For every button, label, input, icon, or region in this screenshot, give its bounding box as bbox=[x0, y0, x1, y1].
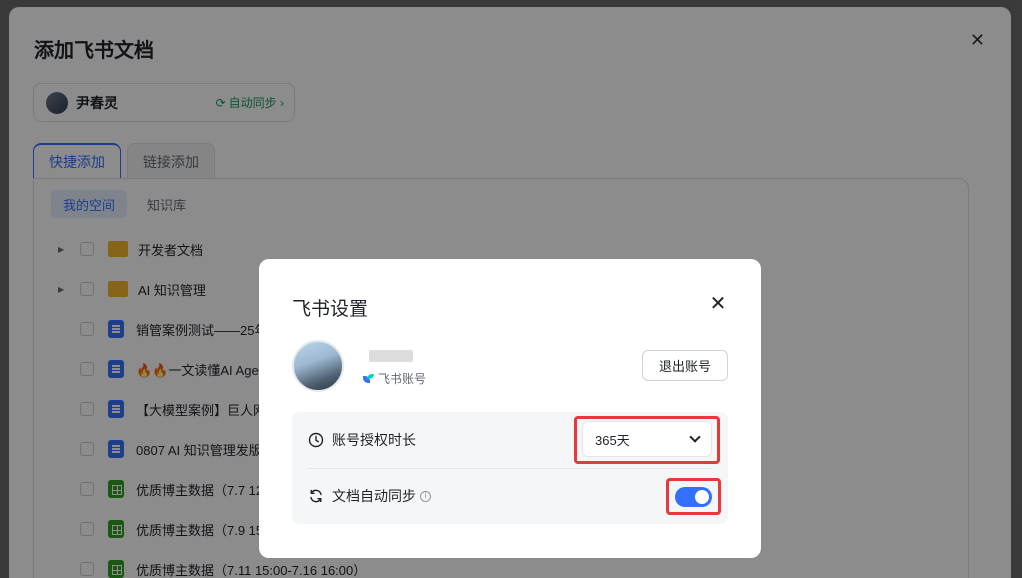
auth-duration-value: 365天 bbox=[595, 432, 630, 448]
account-source: 飞书账号 bbox=[363, 370, 426, 387]
feishu-settings-dialog: 飞书设置 ✕ 飞书账号 退出账号 账号授权时长 文档自动同步 i 365天 bbox=[259, 259, 761, 558]
auto-sync-label: 文档自动同步 bbox=[332, 488, 416, 504]
clock-icon bbox=[308, 432, 324, 448]
toggle-knob bbox=[695, 490, 709, 504]
feishu-logo-icon bbox=[363, 373, 374, 384]
auto-sync-toggle[interactable] bbox=[675, 487, 712, 507]
chevron-down-icon bbox=[689, 431, 701, 443]
auth-duration-label: 账号授权时长 bbox=[332, 432, 416, 448]
auto-sync-row: 文档自动同步 i bbox=[292, 468, 728, 524]
user-name-redacted bbox=[369, 350, 413, 362]
close-icon[interactable]: ✕ bbox=[709, 294, 727, 314]
sync-icon bbox=[308, 488, 324, 504]
account-source-label: 飞书账号 bbox=[378, 372, 427, 386]
dialog-title: 飞书设置 bbox=[292, 299, 369, 320]
auth-duration-select[interactable]: 365天 bbox=[582, 421, 712, 457]
logout-button[interactable]: 退出账号 bbox=[642, 350, 728, 381]
info-icon[interactable]: i bbox=[420, 490, 431, 502]
avatar bbox=[292, 340, 344, 392]
